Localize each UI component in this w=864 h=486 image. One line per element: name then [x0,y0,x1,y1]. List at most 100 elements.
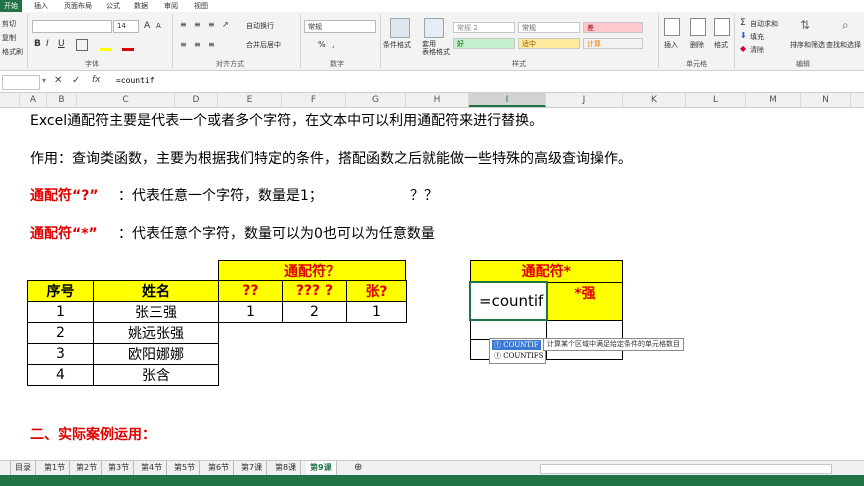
empty-cell[interactable] [283,323,347,344]
copy-button[interactable]: 复制 [2,33,16,43]
sheet-tab[interactable]: 目录 [10,461,36,475]
align-bottom-icon[interactable]: ≡ [208,20,215,29]
tab-view[interactable]: 视图 [192,1,210,11]
table-cell[interactable]: 3 [27,343,94,365]
clear-button[interactable]: 清除 [750,45,764,55]
sheet-tab[interactable]: 第4节 [137,461,168,475]
column-header[interactable]: K [623,93,686,107]
column-header[interactable]: F [282,93,346,107]
sheet-tab[interactable]: 第3节 [104,461,135,475]
autocomplete-item-countifs[interactable]: ⓕ COUNTIFS [492,351,545,361]
column-header[interactable]: A [20,93,47,107]
sheet-tab[interactable]: 第2节 [72,461,103,475]
style-calculation[interactable]: 计算 [583,38,643,49]
tab-review[interactable]: 审阅 [162,1,180,11]
column-header[interactable]: M [746,93,801,107]
format-cells-icon[interactable] [714,18,730,36]
insert-cells-icon[interactable] [664,18,680,36]
insert-function-icon[interactable]: fx [92,75,101,85]
empty-cell[interactable] [219,365,283,386]
table-cell[interactable]: 张含 [93,364,219,386]
column-header[interactable]: H [406,93,469,107]
table-cell[interactable]: 1 [218,301,283,323]
table-cell[interactable]: 2 [27,322,94,344]
function-autocomplete-list[interactable]: ⓕ COUNTIF ⓕ COUNTIFS [489,338,546,364]
fill-color-icon[interactable] [100,48,112,51]
merge-center-button[interactable]: 合并后居中 [246,40,281,50]
find-select-button[interactable]: 查找和选择 [826,40,861,50]
clear-icon[interactable]: ◆ [740,44,746,53]
bold-button[interactable]: B [34,39,41,49]
empty-cell[interactable] [347,344,407,365]
sheet-tab[interactable]: 第8课 [271,461,302,475]
empty-cell[interactable] [283,365,347,386]
number-format-select[interactable]: 常规 [304,20,376,33]
cut-button[interactable]: 剪切 [2,19,16,29]
align-right-icon[interactable]: ≡ [208,40,215,49]
table-cell[interactable] [546,319,623,340]
table-cell[interactable]: 张三强 [93,301,219,323]
find-select-icon[interactable]: ⌕ [842,18,849,33]
align-center-icon[interactable]: ≡ [194,40,201,49]
font-color-icon[interactable] [122,48,134,51]
table-cell[interactable]: 4 [27,364,94,386]
column-header[interactable]: J [546,93,623,107]
font-name-select[interactable] [32,20,112,33]
cancel-icon[interactable]: ✕ [54,75,62,86]
name-box[interactable] [2,75,40,90]
autosum-button[interactable]: 自动求和 [750,19,778,29]
enter-icon[interactable]: ✓ [72,75,80,86]
empty-cell[interactable] [219,344,283,365]
tab-formulas[interactable]: 公式 [104,1,122,11]
add-sheet-icon[interactable]: ⊕ [350,461,366,475]
underline-button[interactable]: U [58,39,65,49]
delete-cells-icon[interactable] [690,18,706,36]
table1-header-merged[interactable]: 通配符？ [218,260,406,282]
table-cell[interactable] [469,319,548,340]
format-painter-button[interactable]: 格式刷 [2,47,23,57]
align-middle-icon[interactable]: ≡ [194,20,201,29]
insert-cells-button[interactable]: 插入 [664,40,678,50]
border-icon[interactable] [76,39,88,51]
sheet-tab[interactable]: 第7课 [237,461,268,475]
table1-col-zhang[interactable]: 张? [346,280,407,302]
italic-button[interactable]: I [46,39,49,49]
table1-col-index[interactable]: 序号 [27,280,94,302]
style-normal2[interactable]: 常规 2 [453,22,515,33]
percent-button[interactable]: % [318,40,326,49]
wrap-text-button[interactable]: 自动换行 [246,21,274,31]
column-header-selected[interactable]: I [469,93,546,107]
table2-col-star-qiang[interactable]: *强 [546,281,623,321]
table1-col-name[interactable]: 姓名 [93,280,219,302]
sort-filter-icon[interactable]: ⇅ [800,18,810,32]
style-normal[interactable]: 常规 [518,22,580,33]
tab-page-layout[interactable]: 页面布局 [62,1,94,11]
font-size-select[interactable]: 14 [113,20,139,33]
style-bad[interactable]: 差 [583,22,643,33]
sheet-tab[interactable]: 第5节 [170,461,201,475]
horizontal-scrollbar[interactable] [540,464,832,474]
style-neutral[interactable]: 适中 [518,38,580,49]
table-cell[interactable]: 1 [27,301,94,323]
delete-cells-button[interactable]: 删除 [690,40,704,50]
table-format-icon[interactable] [424,18,444,38]
grow-font-icon[interactable]: A [144,21,150,31]
sheet-tab[interactable]: 第1节 [40,461,71,475]
sheet-tab[interactable]: 第6节 [204,461,235,475]
table-cell[interactable]: 2 [282,301,347,323]
orientation-icon[interactable]: ↗ [222,20,229,29]
align-left-icon[interactable]: ≡ [180,40,187,49]
active-editing-cell[interactable]: =countif [469,281,548,321]
align-top-icon[interactable]: ≡ [180,20,187,29]
empty-cell[interactable] [347,323,407,344]
tab-data[interactable]: 数据 [132,1,150,11]
formula-input[interactable]: =countif [116,76,155,85]
empty-cell[interactable] [219,323,283,344]
style-good[interactable]: 好 [453,38,515,49]
comma-button[interactable]: , [332,40,335,49]
table1-col-q4[interactable]: ??? ? [282,280,347,302]
format-cells-button[interactable]: 格式 [714,40,728,50]
select-all-corner[interactable] [0,93,20,107]
conditional-format-icon[interactable] [390,18,410,38]
table2-header-merged[interactable]: 通配符* [469,260,623,283]
